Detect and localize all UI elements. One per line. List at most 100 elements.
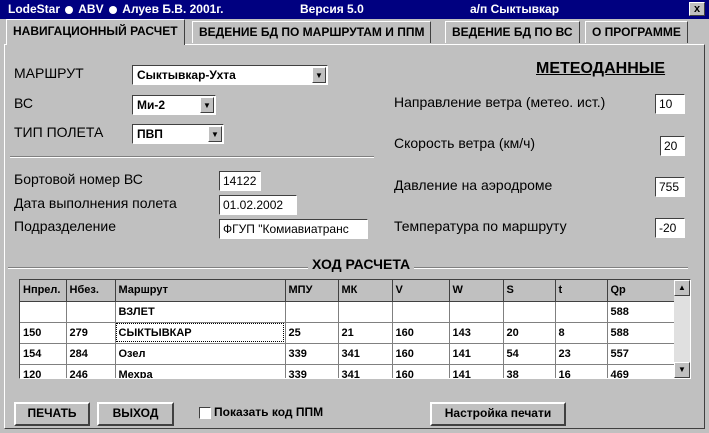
flight-type-value: ПВП [137, 127, 163, 141]
table-cell[interactable]: 38 [503, 364, 556, 378]
pressure-label: Давление на аэродроме [394, 177, 553, 193]
table-cell[interactable]: 20 [503, 322, 556, 344]
vertical-scrollbar[interactable]: ▲ ▼ [674, 280, 690, 378]
table-cell[interactable]: 54 [503, 343, 556, 365]
chevron-down-icon[interactable]: ▼ [200, 97, 214, 113]
pressure-field[interactable]: 755 [655, 177, 685, 197]
tab-navigation-calc[interactable]: НАВИГАЦИОННЫЙ РАСЧЕТ [6, 19, 185, 45]
table-cell[interactable]: 246 [66, 364, 116, 378]
column-header[interactable]: V [392, 280, 450, 302]
table-cell[interactable] [503, 301, 556, 323]
tail-number-label: Бортовой номер ВС [14, 171, 143, 187]
column-header[interactable]: МПУ [285, 280, 339, 302]
flight-type-label: ТИП ПОЛЕТА [14, 124, 104, 140]
table-cell[interactable]: 557 [607, 343, 675, 365]
tab-aircraft-db[interactable]: ВЕДЕНИЕ БД ПО ВС [445, 21, 580, 43]
airport-label: а/п Сыктывкар [470, 2, 560, 16]
title-app: LodeStar ABV Алуев Б.В. 2001г. [8, 2, 223, 16]
temperature-label: Температура по маршруту [394, 218, 567, 234]
table-cell[interactable] [66, 301, 116, 323]
table-cell[interactable]: 23 [555, 343, 608, 365]
table-cell[interactable]: 588 [607, 322, 675, 344]
table-cell[interactable]: ВЗЛЕТ [115, 301, 286, 323]
table-row[interactable]: ВЗЛЕТ 588 [20, 301, 675, 323]
table-cell[interactable]: 160 [392, 343, 450, 365]
exit-button[interactable]: ВЫХОД [97, 402, 174, 426]
table-cell[interactable]: 339 [285, 364, 339, 378]
column-header[interactable]: W [449, 280, 504, 302]
table-cell[interactable]: 141 [449, 343, 504, 365]
table-cell[interactable]: 143 [449, 322, 504, 344]
table-cell[interactable] [285, 301, 339, 323]
route-value: Сыктывкар-Ухта [137, 68, 236, 82]
flight-date-field[interactable]: 01.02.2002 [219, 195, 297, 215]
aircraft-value: Ми-2 [137, 98, 166, 112]
column-header[interactable]: Нбез. [66, 280, 116, 302]
scroll-down-button[interactable]: ▼ [674, 362, 690, 378]
table-cell[interactable]: 120 [20, 364, 67, 378]
flight-type-select[interactable]: ПВП ▼ [132, 124, 224, 144]
print-settings-button[interactable]: Настройка печати [430, 402, 566, 426]
table-row[interactable]: 120 246 Мехра 339 341 160 141 38 16 469 [20, 364, 675, 378]
route-select[interactable]: Сыктывкар-Ухта ▼ [132, 65, 328, 85]
table-cell[interactable]: 8 [555, 322, 608, 344]
chevron-down-icon[interactable]: ▼ [312, 67, 326, 83]
tab-routes-db[interactable]: ВЕДЕНИЕ БД ПО МАРШРУТАМ И ППМ [192, 21, 432, 43]
table-cell[interactable]: 284 [66, 343, 116, 365]
table-cell[interactable]: 150 [20, 322, 67, 344]
wind-speed-label: Скорость ветра (км/ч) [394, 135, 536, 151]
temperature-field[interactable]: -20 [655, 218, 685, 238]
column-header[interactable]: МК [338, 280, 393, 302]
table-cell[interactable]: 588 [607, 301, 675, 323]
close-button[interactable]: x [689, 2, 705, 16]
show-ppm-code-checkbox[interactable] [199, 407, 211, 419]
column-header[interactable]: t [555, 280, 608, 302]
aircraft-select[interactable]: Ми-2 ▼ [132, 95, 216, 115]
table-cell[interactable]: 469 [607, 364, 675, 378]
table-cell[interactable] [20, 301, 67, 323]
route-label: МАРШРУТ [14, 65, 84, 81]
scroll-up-button[interactable]: ▲ [674, 280, 690, 296]
table-cell[interactable]: 141 [449, 364, 504, 378]
results-grid[interactable]: Нпрел. Нбез. Маршрут МПУ МК V W S t Qp В… [19, 279, 691, 379]
progress-title: ХОД РАСЧЕТА [308, 256, 415, 272]
version-label: Версия 5.0 [300, 2, 364, 16]
column-header[interactable]: Маршрут [115, 280, 286, 302]
table-cell[interactable]: 25 [285, 322, 339, 344]
table-cell[interactable]: 339 [285, 343, 339, 365]
logo-dot-icon [65, 5, 74, 14]
table-row[interactable]: 154 284 Озел 339 341 160 141 54 23 557 [20, 343, 675, 365]
table-row[interactable]: 150 279 СЫКТЫВКАР 25 21 160 143 20 8 588 [20, 322, 675, 344]
table-cell[interactable]: Мехра [115, 364, 286, 378]
results-table: Нпрел. Нбез. Маршрут МПУ МК V W S t Qp В… [20, 280, 675, 378]
table-cell[interactable] [338, 301, 393, 323]
print-button[interactable]: ПЕЧАТЬ [14, 402, 90, 426]
table-cell[interactable]: 160 [392, 322, 450, 344]
table-cell[interactable]: 279 [66, 322, 116, 344]
column-header[interactable]: Qp [607, 280, 675, 302]
table-cell[interactable]: 341 [338, 343, 393, 365]
table-cell[interactable]: 16 [555, 364, 608, 378]
column-header[interactable]: S [503, 280, 556, 302]
table-cell[interactable]: 341 [338, 364, 393, 378]
aircraft-label: ВС [14, 95, 33, 111]
table-cell[interactable]: 21 [338, 322, 393, 344]
column-header[interactable]: Нпрел. [20, 280, 67, 302]
logo-dot-icon [108, 5, 117, 14]
table-cell[interactable] [392, 301, 450, 323]
tail-number-field[interactable]: 14122 [219, 171, 261, 191]
wind-speed-field[interactable]: 20 [660, 136, 685, 156]
table-cell[interactable]: 154 [20, 343, 67, 365]
table-cell[interactable]: 160 [392, 364, 450, 378]
show-ppm-code-label[interactable]: Показать код ППМ [214, 405, 323, 419]
unit-field[interactable]: ФГУП "Комиавиатранс [219, 219, 368, 239]
table-cell[interactable] [555, 301, 608, 323]
table-cell[interactable] [449, 301, 504, 323]
table-cell[interactable]: Озел [115, 343, 286, 365]
tab-about[interactable]: О ПРОГРАММЕ [585, 21, 688, 43]
wind-direction-field[interactable]: 10 [655, 94, 685, 114]
flight-date-label: Дата выполнения полета [14, 195, 177, 211]
table-cell[interactable]: СЫКТЫВКАР [115, 322, 286, 344]
chevron-down-icon[interactable]: ▼ [208, 126, 222, 142]
author-prefix: ABV [78, 2, 104, 16]
